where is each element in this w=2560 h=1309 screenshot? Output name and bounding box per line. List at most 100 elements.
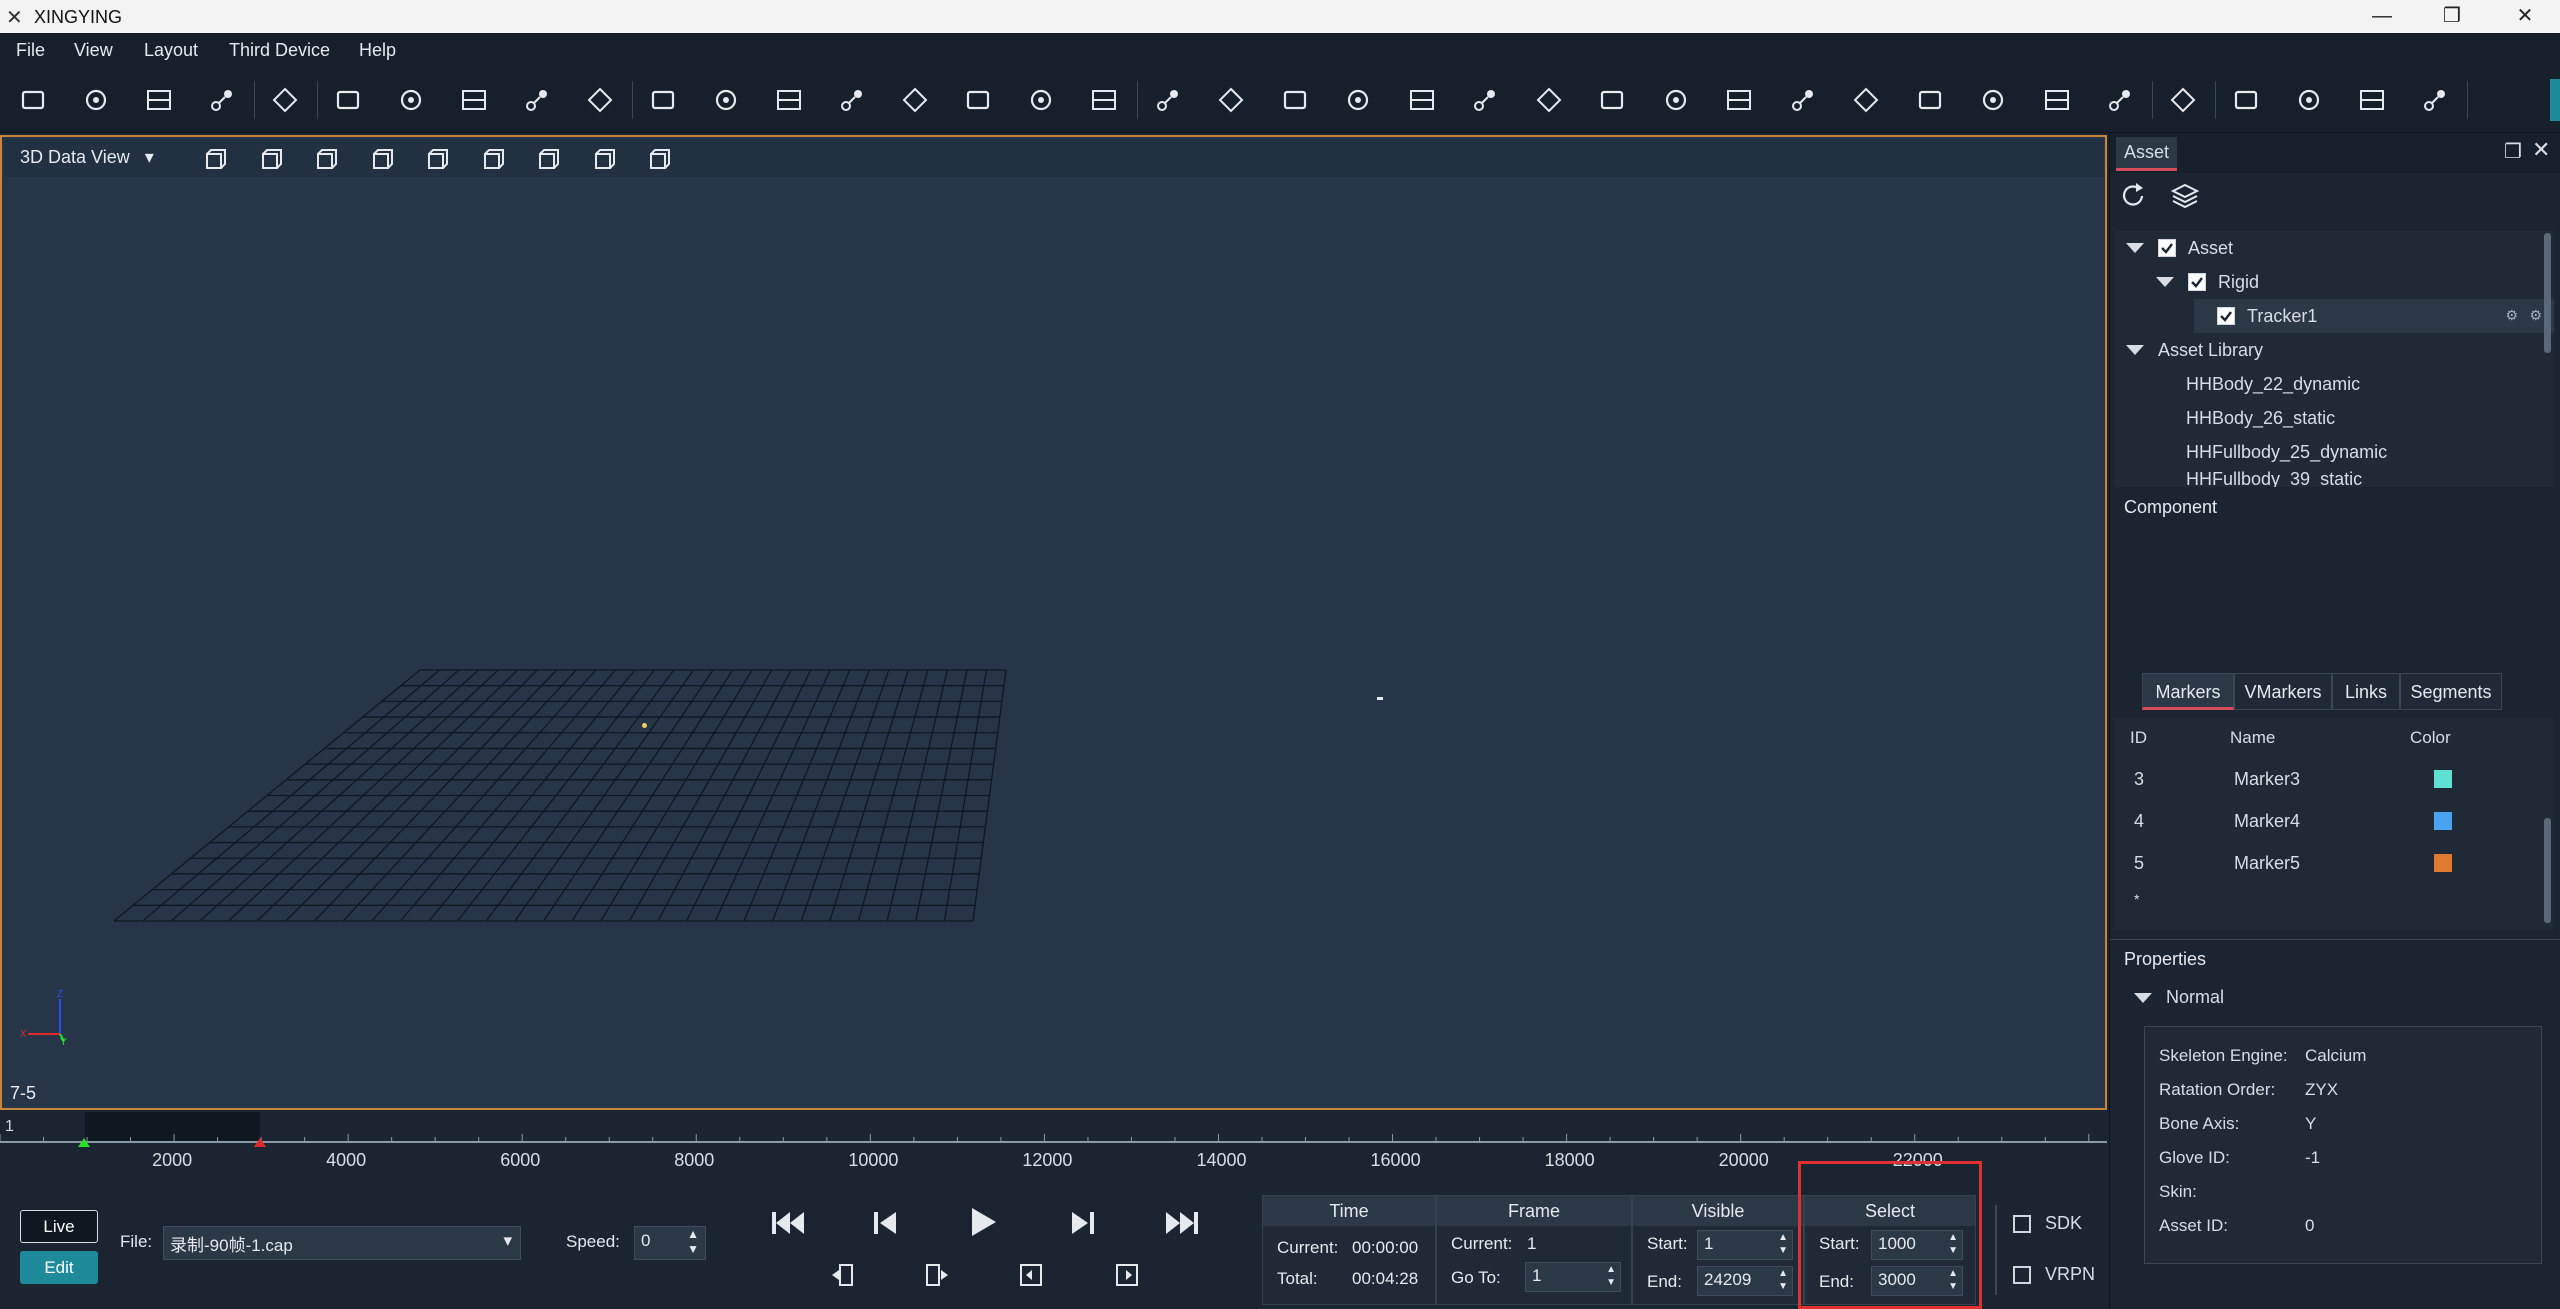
table-scrollbar[interactable] bbox=[2544, 818, 2551, 923]
rigid-checkbox[interactable] bbox=[2188, 273, 2206, 291]
tab-links[interactable]: Links bbox=[2332, 673, 2400, 710]
open-folder-icon[interactable] bbox=[14, 81, 52, 119]
table-row[interactable]: 3 Marker3 bbox=[2114, 758, 2554, 800]
view-back-icon[interactable] bbox=[256, 144, 286, 174]
export-icon[interactable] bbox=[2227, 81, 2265, 119]
scissors-icon[interactable] bbox=[1466, 81, 1504, 119]
library-item[interactable]: HHBody_22_dynamic bbox=[2114, 367, 2554, 401]
menu-layout[interactable]: Layout bbox=[144, 40, 198, 61]
marker-color-swatch[interactable] bbox=[2434, 812, 2452, 830]
view-left-icon[interactable] bbox=[311, 144, 341, 174]
prop-value[interactable]: Y bbox=[2305, 1114, 2316, 1134]
live-button[interactable]: Live bbox=[20, 1210, 98, 1243]
expand-icon[interactable] bbox=[2126, 345, 2144, 355]
layers-icon[interactable] bbox=[2170, 181, 2200, 211]
view-bottom-icon[interactable] bbox=[478, 144, 508, 174]
go-in-icon[interactable] bbox=[1018, 1262, 1044, 1288]
visible-end-input[interactable]: 24209 ▲ ▼ bbox=[1697, 1266, 1793, 1296]
device-sync-icon[interactable] bbox=[329, 81, 367, 119]
menu-view[interactable]: View bbox=[74, 40, 113, 61]
marker-connect-icon[interactable] bbox=[1530, 81, 1568, 119]
float-panel-icon[interactable]: ❐ bbox=[2504, 139, 2522, 164]
tracker-settings-icon[interactable]: ⚙ bbox=[2505, 307, 2518, 324]
eye-off-icon[interactable] bbox=[266, 81, 304, 119]
frame-goto-input[interactable]: 1 ▲ ▼ bbox=[1525, 1262, 1621, 1292]
share-node-icon[interactable] bbox=[2416, 81, 2454, 119]
spin-icon[interactable]: ▲ ▼ bbox=[1778, 1267, 1788, 1293]
marker-group-icon[interactable] bbox=[1212, 81, 1250, 119]
layout-split-h-icon[interactable] bbox=[707, 81, 745, 119]
marker-view-icon[interactable] bbox=[644, 144, 674, 174]
3d-data-view[interactable]: 3D Data View ▾ Z X Y 7-5 bbox=[0, 135, 2107, 1110]
vrpn-checkbox-box[interactable] bbox=[2013, 1265, 2031, 1284]
skip-to-start-icon[interactable] bbox=[768, 1208, 808, 1238]
speed-input[interactable]: 0 ▲ ▼ bbox=[634, 1226, 706, 1260]
menu-help[interactable]: Help bbox=[359, 40, 396, 61]
spin-icon[interactable]: ▲ ▼ bbox=[1606, 1263, 1616, 1289]
cut-marker-icon[interactable] bbox=[1911, 81, 1949, 119]
set-out-icon[interactable] bbox=[924, 1262, 950, 1288]
layout-four-b-icon[interactable] bbox=[1022, 81, 1060, 119]
tree-scrollbar[interactable] bbox=[2544, 233, 2551, 353]
table-row[interactable]: 5 Marker5 bbox=[2114, 842, 2554, 884]
tab-vmarkers[interactable]: VMarkers bbox=[2234, 673, 2332, 710]
save-disk-icon[interactable] bbox=[140, 81, 178, 119]
undo-icon[interactable] bbox=[2164, 81, 2202, 119]
visible-start-input[interactable]: 1 ▲ ▼ bbox=[1697, 1230, 1793, 1260]
restore-icon[interactable]: ❐ bbox=[2422, 0, 2482, 33]
tracker-export-icon[interactable]: ⚙ bbox=[2529, 307, 2542, 324]
layout-single-icon[interactable] bbox=[644, 81, 682, 119]
layout-split-v-icon[interactable] bbox=[770, 81, 808, 119]
layout-grid-icon[interactable] bbox=[1085, 81, 1123, 119]
settings-gear-icon[interactable] bbox=[581, 81, 619, 119]
speed-gauge-icon[interactable] bbox=[2353, 81, 2391, 119]
menu-third-device[interactable]: Third Device bbox=[229, 40, 330, 61]
properties-group-normal[interactable]: Normal bbox=[2134, 987, 2224, 1008]
library-item[interactable]: HHFullbody_39_static bbox=[2114, 469, 2554, 487]
marker-link-icon[interactable] bbox=[1149, 81, 1187, 119]
end-marker[interactable] bbox=[254, 1138, 266, 1147]
start-marker[interactable] bbox=[78, 1138, 90, 1147]
marker-mask-icon[interactable] bbox=[1276, 81, 1314, 119]
tree-asset-library[interactable]: Asset Library bbox=[2114, 333, 2554, 367]
view-top-icon[interactable] bbox=[422, 144, 452, 174]
spin-icon[interactable]: ▲ ▼ bbox=[1778, 1231, 1788, 1257]
marker-color-swatch[interactable] bbox=[2434, 854, 2452, 872]
edit-icon[interactable] bbox=[518, 81, 556, 119]
layout-four-icon[interactable] bbox=[959, 81, 997, 119]
tab-markers[interactable]: Markers bbox=[2142, 673, 2234, 710]
wave-icon[interactable] bbox=[1847, 81, 1885, 119]
prop-value[interactable]: -1 bbox=[2305, 1148, 2320, 1168]
tab-asset[interactable]: Asset bbox=[2116, 137, 2178, 171]
step-forward-icon[interactable] bbox=[1068, 1208, 1098, 1238]
walk-icon[interactable] bbox=[2101, 81, 2139, 119]
menu-file[interactable]: File bbox=[16, 40, 45, 61]
play-icon[interactable] bbox=[968, 1204, 998, 1240]
prop-value[interactable]: 0 bbox=[2305, 1216, 2314, 1236]
step-back-icon[interactable] bbox=[870, 1208, 900, 1238]
calculator-icon[interactable] bbox=[1657, 81, 1695, 119]
layers-icon[interactable] bbox=[392, 81, 430, 119]
file-select[interactable]: 录制-90帧-1.cap ▾ bbox=[163, 1226, 521, 1260]
tree-asset-root[interactable]: Asset bbox=[2114, 231, 2554, 265]
layout-three-b-icon[interactable] bbox=[896, 81, 934, 119]
tab-segments[interactable]: Segments bbox=[2400, 673, 2502, 710]
sdk-checkbox-box[interactable] bbox=[2013, 1214, 2031, 1233]
wireless-camera-icon[interactable] bbox=[455, 81, 493, 119]
bone-icon[interactable] bbox=[1593, 81, 1631, 119]
view-right-icon[interactable] bbox=[367, 144, 397, 174]
marker-color-swatch[interactable] bbox=[2434, 770, 2452, 788]
spin-icon[interactable]: ▲ ▼ bbox=[687, 1227, 699, 1257]
expand-icon[interactable] bbox=[2134, 992, 2152, 1003]
marker-select-icon[interactable] bbox=[1403, 81, 1441, 119]
close-panel-icon[interactable]: ✕ bbox=[2532, 137, 2550, 163]
tree-tracker1[interactable]: Tracker1 ⚙ ⚙ bbox=[2194, 299, 2554, 333]
tree-rigid[interactable]: Rigid bbox=[2114, 265, 2554, 299]
marker-remove-icon[interactable] bbox=[1784, 81, 1822, 119]
sdk-checkbox[interactable]: SDK bbox=[2013, 1213, 2082, 1234]
crosshair-icon[interactable] bbox=[1339, 81, 1377, 119]
panel-toggle[interactable] bbox=[2550, 79, 2560, 121]
focus-select-icon[interactable] bbox=[1974, 81, 2012, 119]
asset-checkbox[interactable] bbox=[2158, 239, 2176, 257]
minimize-icon[interactable]: — bbox=[2352, 0, 2412, 33]
